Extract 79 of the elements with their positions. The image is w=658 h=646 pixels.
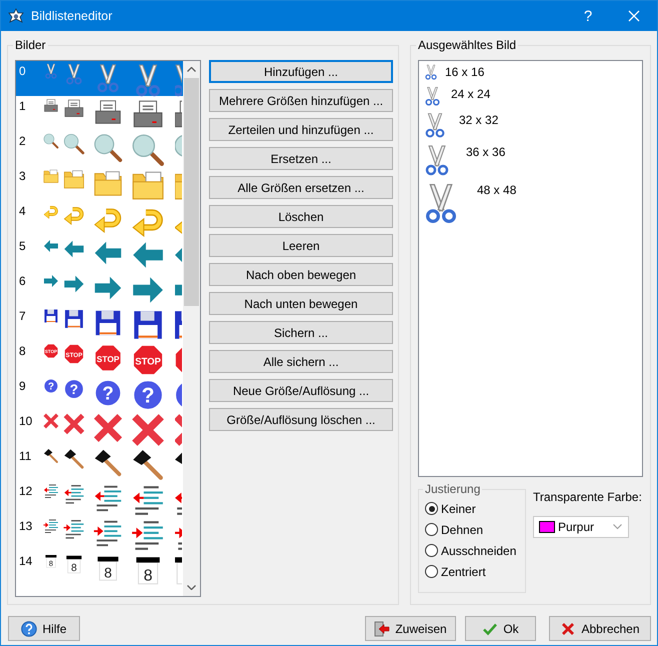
- field-label: Transparente Farbe:: [533, 490, 642, 504]
- action-button[interactable]: Löschen: [209, 205, 393, 228]
- help-button[interactable]: ?: [565, 1, 611, 31]
- scroll-thumb[interactable]: [184, 78, 199, 306]
- row-number: 9: [18, 379, 27, 393]
- question-mark-icon: ?: [131, 378, 165, 412]
- footer-button[interactable]: Zuweisen: [365, 616, 456, 641]
- action-button[interactable]: Nach oben bewegen: [209, 263, 393, 286]
- window-title: Bildlisteneditor: [31, 9, 114, 23]
- row-number: 4: [18, 204, 27, 218]
- stop-sign-icon: STOP: [131, 343, 165, 377]
- question-mark-icon: ?: [93, 378, 123, 408]
- row-number: 10: [18, 414, 34, 428]
- row-number: 12: [18, 484, 34, 498]
- stop-sign-icon: STOP: [93, 343, 123, 373]
- chevron-down-icon: [613, 524, 622, 530]
- action-button[interactable]: Zerteilen und hinzufügen ...: [209, 118, 393, 141]
- size-label: 16 x 16: [445, 64, 484, 79]
- action-button[interactable]: Neue Größe/Auflösung ...: [209, 379, 393, 402]
- list-row[interactable]: 12: [16, 481, 183, 516]
- list-row[interactable]: 2: [16, 131, 183, 166]
- row-number: 14: [18, 554, 34, 568]
- action-button[interactable]: Ersetzen ...: [209, 147, 393, 170]
- radio-label[interactable]: Keiner: [441, 502, 476, 516]
- footer-button[interactable]: Abbrechen: [549, 616, 651, 641]
- action-button[interactable]: Sichern ...: [209, 321, 393, 344]
- dropdown-value: Purpur: [558, 520, 596, 534]
- radio-button[interactable]: [425, 502, 438, 515]
- list-row[interactable]: 11: [16, 446, 183, 481]
- assign-icon: [374, 620, 390, 636]
- group-title: Bilder: [14, 38, 47, 52]
- scrollbar[interactable]: [183, 61, 200, 596]
- scroll-down-icon: [187, 585, 196, 590]
- size-label: 32 x 32: [459, 112, 498, 127]
- list-row[interactable]: 0: [16, 61, 183, 96]
- list-row[interactable]: 6: [16, 271, 183, 306]
- list-row[interactable]: 4: [16, 201, 183, 236]
- footer-button[interactable]: Ok: [465, 616, 536, 641]
- list-row[interactable]: 13: [16, 516, 183, 551]
- row-number: 2: [18, 134, 27, 148]
- action-button[interactable]: Alle Größen ersetzen ...: [209, 176, 393, 199]
- action-button[interactable]: Mehrere Größen hinzufügen ...: [209, 89, 393, 112]
- group-title: Ausgewähltes Bild: [417, 38, 518, 52]
- row-number: 3: [18, 169, 27, 183]
- action-button[interactable]: Alle sichern ...: [209, 350, 393, 373]
- radio-label[interactable]: Ausschneiden: [441, 544, 516, 558]
- row-number: 7: [18, 309, 27, 323]
- row-number: 8: [18, 344, 27, 358]
- row-number: 5: [18, 239, 27, 253]
- radio-label[interactable]: Zentriert: [441, 564, 486, 578]
- close-icon: [628, 10, 640, 22]
- question-mark-icon: ?: [63, 378, 85, 400]
- row-number: 6: [18, 274, 27, 288]
- group-title: Justierung: [424, 482, 482, 496]
- radio-button[interactable]: [425, 523, 438, 536]
- row-number: 0: [18, 64, 27, 78]
- color-dropdown[interactable]: Purpur: [533, 516, 629, 538]
- action-button[interactable]: Größe/Auflösung löschen ...: [209, 408, 393, 431]
- question-mark-icon: ?: [43, 378, 59, 394]
- list-row[interactable]: 5: [16, 236, 183, 271]
- action-button[interactable]: Nach unten bewegen: [209, 292, 393, 315]
- size-label: 24 x 24: [451, 86, 490, 101]
- radio-label[interactable]: Dehnen: [441, 522, 484, 536]
- row-number: 1: [18, 99, 27, 113]
- row-number: 13: [18, 519, 34, 533]
- footer-button[interactable]: Hilfe: [8, 616, 80, 641]
- radio-button[interactable]: [425, 544, 438, 557]
- size-label: 36 x 36: [466, 144, 506, 159]
- list-row[interactable]: 10: [16, 411, 183, 446]
- help-icon: [21, 620, 38, 636]
- row-number: 11: [18, 449, 32, 463]
- action-button[interactable]: Hinzufügen ...: [209, 60, 393, 83]
- cancel-icon: [560, 620, 576, 636]
- list-row[interactable]: 9 ? ? ? ?: [16, 376, 183, 411]
- app-icon: [8, 8, 24, 24]
- radio-button[interactable]: [425, 565, 438, 578]
- scroll-up-icon: [187, 67, 196, 72]
- action-button[interactable]: Leeren: [209, 234, 393, 257]
- size-label: 48 x 48: [477, 182, 516, 197]
